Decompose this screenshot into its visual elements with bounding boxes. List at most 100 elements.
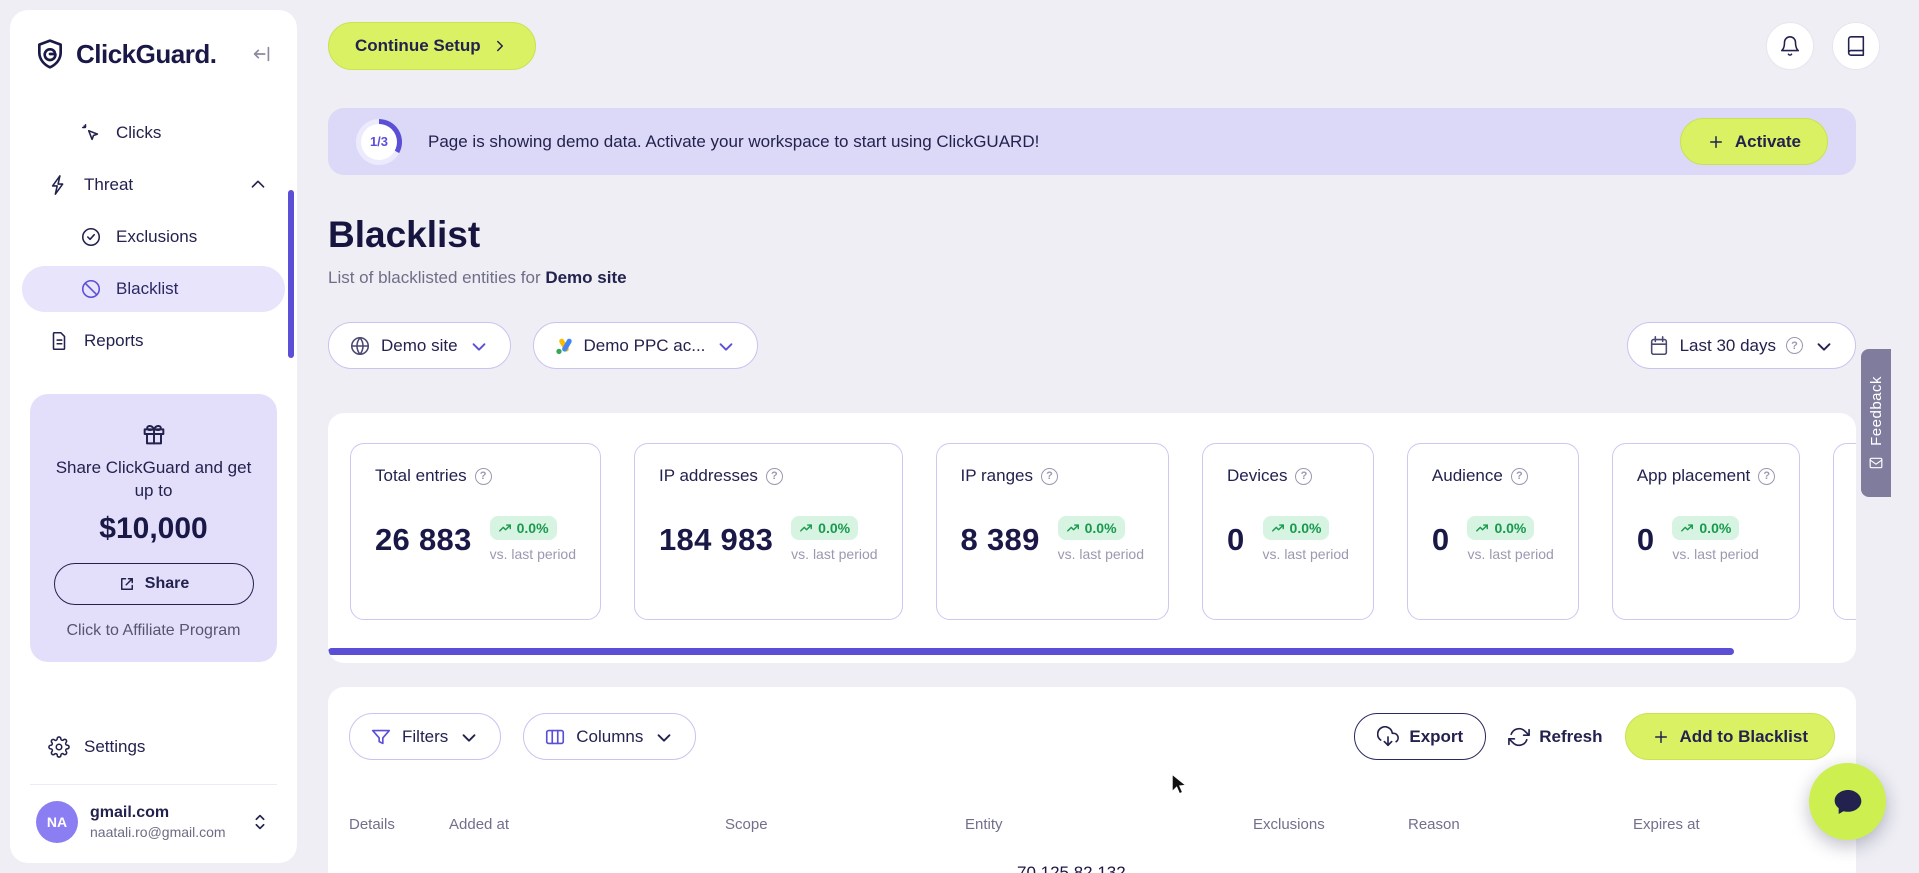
- sidebar-bottom: Settings NA gmail.com naatali.ro@gmail.c…: [10, 724, 297, 843]
- notifications-button[interactable]: [1766, 22, 1814, 70]
- gift-icon: [143, 425, 164, 445]
- affiliate-promo-card: Share ClickGuard and get up to $10,000 S…: [30, 394, 277, 662]
- column-header-entity: Entity: [965, 816, 1003, 833]
- activate-button[interactable]: Activate: [1679, 118, 1828, 165]
- chevron-right-icon: [496, 40, 503, 52]
- settings-button[interactable]: Settings: [22, 724, 285, 770]
- page-subtitle-prefix: List of blacklisted entities for: [328, 268, 546, 287]
- site-selector[interactable]: Demo site: [328, 322, 511, 369]
- external-link-icon: [120, 577, 133, 590]
- share-button[interactable]: Share: [53, 562, 254, 605]
- book-icon: [1847, 36, 1865, 56]
- stat-label: Devices: [1227, 466, 1288, 485]
- continue-setup-button[interactable]: Continue Setup: [328, 22, 536, 70]
- trend-value: 0.0%: [516, 520, 549, 536]
- stat-card-ip-ranges: IP ranges 8 389 0.0% vs. last period: [935, 443, 1169, 620]
- collapse-sidebar-button[interactable]: [251, 43, 273, 65]
- topbar: Continue Setup: [328, 22, 1880, 70]
- docs-button[interactable]: [1832, 22, 1880, 70]
- sidebar-item-exclusions[interactable]: Exclusions: [22, 214, 285, 260]
- date-range-selector[interactable]: Last 30 days: [1626, 322, 1856, 369]
- trend-up-icon: [1476, 524, 1489, 532]
- blacklist-table-card: Filters Columns Export Refresh Add to Bl…: [328, 687, 1856, 873]
- site-selector-value: Demo site: [381, 335, 458, 355]
- continue-setup-label: Continue Setup: [355, 36, 481, 55]
- stat-value: 8 389: [960, 521, 1040, 557]
- affiliate-program-link[interactable]: Click to Affiliate Program: [67, 622, 241, 640]
- help-icon[interactable]: [1510, 467, 1528, 485]
- help-icon[interactable]: [1758, 467, 1776, 485]
- trend-value: 0.0%: [1289, 520, 1322, 536]
- ban-icon: [81, 279, 101, 299]
- stat-card-audience: Audience 0 0.0% vs. last period: [1406, 443, 1579, 620]
- stat-label: Audience: [1431, 466, 1503, 485]
- avatar: NA: [36, 801, 78, 843]
- app-title: ClickGuard.: [76, 38, 217, 69]
- stat-label: Total entries: [375, 466, 467, 485]
- sidebar-item-label: Threat: [84, 175, 134, 194]
- ppc-account-selector[interactable]: Demo PPC ac...: [532, 322, 759, 369]
- stat-value: 184 983: [659, 521, 774, 557]
- refresh-label: Refresh: [1539, 726, 1603, 746]
- export-button[interactable]: Export: [1354, 713, 1487, 760]
- refresh-button[interactable]: Refresh: [1508, 726, 1603, 748]
- setup-progress-ring: 1/3: [356, 118, 402, 165]
- help-icon[interactable]: [1295, 467, 1313, 485]
- funnel-icon: [371, 729, 391, 744]
- help-icon[interactable]: [474, 467, 492, 485]
- feedback-tab[interactable]: Feedback: [1861, 349, 1891, 497]
- stat-label: App placement: [1636, 466, 1751, 485]
- stat-sub: vs. last period: [1057, 546, 1144, 562]
- filters-button[interactable]: Filters: [349, 713, 502, 760]
- stats-row: Total entries 26 883 0.0% vs. last perio…: [350, 443, 1856, 620]
- filter-row: Demo site Demo PPC ac... Last 30 days: [328, 322, 1856, 369]
- add-to-blacklist-label: Add to Blacklist: [1679, 726, 1808, 746]
- stats-panel: Total entries 26 883 0.0% vs. last perio…: [328, 413, 1856, 663]
- globe-icon: [350, 336, 370, 355]
- add-to-blacklist-button[interactable]: Add to Blacklist: [1624, 713, 1835, 760]
- sidebar-item-threat[interactable]: Threat: [22, 162, 285, 208]
- stats-horizontal-scrollbar[interactable]: [328, 648, 1856, 655]
- trend-badge: 0.0%: [1672, 516, 1740, 540]
- columns-icon: [546, 729, 565, 744]
- trend-up-icon: [1681, 524, 1694, 532]
- help-icon[interactable]: [1786, 337, 1803, 354]
- column-header-expires-at: Expires at: [1633, 816, 1700, 833]
- scrollbar-thumb[interactable]: [328, 648, 1734, 655]
- stat-value: 0: [1636, 521, 1655, 557]
- entity-cell: 70.125.82.132: [1017, 863, 1126, 873]
- sidebar-item-clicks[interactable]: Clicks: [22, 110, 285, 156]
- sidebar-item-blacklist[interactable]: Blacklist: [22, 266, 285, 312]
- chevron-down-icon: [657, 733, 671, 742]
- help-icon[interactable]: [1041, 467, 1059, 485]
- trend-badge: 0.0%: [791, 516, 859, 540]
- trend-value: 0.0%: [1494, 520, 1527, 536]
- stat-sub: vs. last period: [1262, 546, 1349, 562]
- plus-icon: [1709, 135, 1722, 148]
- stat-label: IP ranges: [960, 466, 1034, 485]
- stat-card-total-entries: Total entries 26 883 0.0% vs. last perio…: [350, 443, 601, 620]
- user-texts: gmail.com naatali.ro@gmail.com: [90, 804, 226, 840]
- envelope-icon: [1869, 457, 1883, 469]
- promo-heading: Share ClickGuard and get up to: [55, 458, 252, 500]
- calendar-icon: [1650, 335, 1667, 355]
- chat-launcher-button[interactable]: [1809, 763, 1886, 840]
- chevron-down-icon: [462, 733, 476, 742]
- user-menu[interactable]: NA gmail.com naatali.ro@gmail.com: [30, 784, 277, 843]
- trend-up-icon: [1271, 524, 1284, 532]
- columns-button[interactable]: Columns: [523, 713, 697, 760]
- stat-value: 0: [1227, 521, 1245, 557]
- sidebar-item-label: Reports: [84, 331, 144, 350]
- chevron-down-icon: [719, 342, 733, 351]
- demo-data-banner: 1/3 Page is showing demo data. Activate …: [328, 108, 1856, 175]
- google-ads-icon: [555, 338, 572, 354]
- sidebar-scrollbar[interactable]: [288, 190, 294, 358]
- sidebar: ClickGuard. Clicks Threat Exclusions Bla…: [10, 10, 297, 863]
- help-icon[interactable]: [765, 467, 783, 485]
- sidebar-item-reports[interactable]: Reports: [22, 318, 285, 364]
- clickguard-logo-icon: [34, 38, 66, 70]
- sidebar-item-label: Exclusions: [116, 227, 198, 246]
- table-row[interactable]: 70.125.82.132: [349, 863, 1835, 873]
- stat-sub: vs. last period: [489, 546, 576, 562]
- chevron-down-icon: [472, 342, 485, 351]
